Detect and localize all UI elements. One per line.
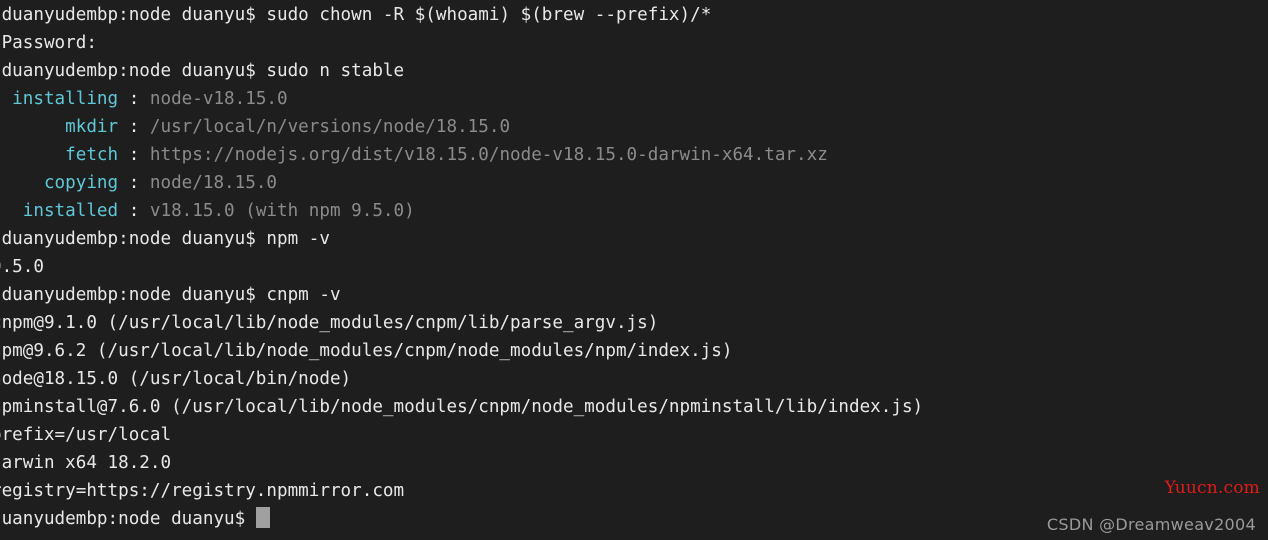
terminal-line-prefix: prefix=/usr/local <box>0 425 172 445</box>
terminal-line-npm-version: npm@9.6.2 (/usr/local/lib/node_modules/c… <box>0 341 733 361</box>
status-value: v18.15.0 (with npm 9.5.0) <box>149 201 415 221</box>
terminal-line-platform: darwin x64 18.2.0 <box>0 453 172 473</box>
status-label-mkdir: mkdir <box>0 117 119 137</box>
terminal-line-command-npm-v: [duanyudembp:node duanyu$ npm -v <box>0 225 1268 253</box>
terminal-screen[interactable]: [duanyudembp:node duanyu$ sudo chown -R … <box>0 1 1268 533</box>
terminal-line-npm-version-output: 9.5.0 <box>0 257 44 277</box>
shell-prompt: duanyudembp:node duanyu$ <box>1 229 267 249</box>
status-label-installed: installed <box>0 201 119 221</box>
terminal-line-installed: installed : v18.15.0 (with npm 9.5.0) <box>0 197 1268 225</box>
terminal-line-node-version: node@18.15.0 (/usr/local/bin/node) <box>0 369 352 389</box>
command-text: cnpm -v <box>266 285 341 305</box>
terminal-line-command-cnpm-v: [duanyudembp:node duanyu$ cnpm -v <box>0 281 1268 309</box>
command-text: sudo chown -R $(whoami) $(brew --prefix)… <box>266 5 712 25</box>
text-cursor <box>255 507 270 528</box>
terminal-line-installing: installing : node-v18.15.0 <box>0 85 1268 113</box>
label-separator: : <box>118 117 150 137</box>
status-value: /usr/local/n/versions/node/18.15.0 <box>149 117 511 137</box>
shell-prompt: duanyudembp:node duanyu$ <box>1 5 267 25</box>
status-label-fetch: fetch <box>0 145 119 165</box>
terminal-line-cnpm-version: cnpm@9.1.0 (/usr/local/lib/node_modules/… <box>0 313 659 333</box>
shell-prompt: duanyudembp:node duanyu$ <box>0 509 256 529</box>
terminal-line-copying: copying : node/18.15.0 <box>0 169 1268 197</box>
status-value: node-v18.15.0 <box>149 89 288 109</box>
label-separator: : <box>118 89 150 109</box>
terminal-line-command-chown: [duanyudembp:node duanyu$ sudo chown -R … <box>0 1 1268 29</box>
terminal-line-fetch: fetch : https://nodejs.org/dist/v18.15.0… <box>0 141 1268 169</box>
password-prompt-text: Password: <box>1 33 97 53</box>
terminal-line-mkdir: mkdir : /usr/local/n/versions/node/18.15… <box>0 113 1268 141</box>
status-value: node/18.15.0 <box>149 173 277 193</box>
terminal-line-registry: registry=https://registry.npmmirror.com <box>0 481 405 501</box>
command-text: sudo n stable <box>266 61 405 81</box>
watermark-yuucn: Yuucn.com <box>1164 478 1260 498</box>
shell-prompt: duanyudembp:node duanyu$ <box>1 285 267 305</box>
terminal-window[interactable]: [duanyudembp:node duanyu$ sudo chown -R … <box>0 0 1268 540</box>
command-text: npm -v <box>266 229 330 249</box>
terminal-line-npminstall-version: npminstall@7.6.0 (/usr/local/lib/node_mo… <box>0 397 924 417</box>
status-value: https://nodejs.org/dist/v18.15.0/node-v1… <box>149 145 828 165</box>
terminal-line-command-n-stable: [duanyudembp:node duanyu$ sudo n stable <box>0 57 1268 85</box>
watermark-csdn: CSDN @Dreamweav2004 <box>1046 515 1256 534</box>
label-separator: : <box>118 201 150 221</box>
terminal-line-password-prompt: [Password: <box>0 29 1268 57</box>
status-label-copying: copying <box>0 173 119 193</box>
status-label-installing: installing <box>0 89 119 109</box>
label-separator: : <box>118 145 150 165</box>
label-separator: : <box>118 173 150 193</box>
shell-prompt: duanyudembp:node duanyu$ <box>1 61 267 81</box>
